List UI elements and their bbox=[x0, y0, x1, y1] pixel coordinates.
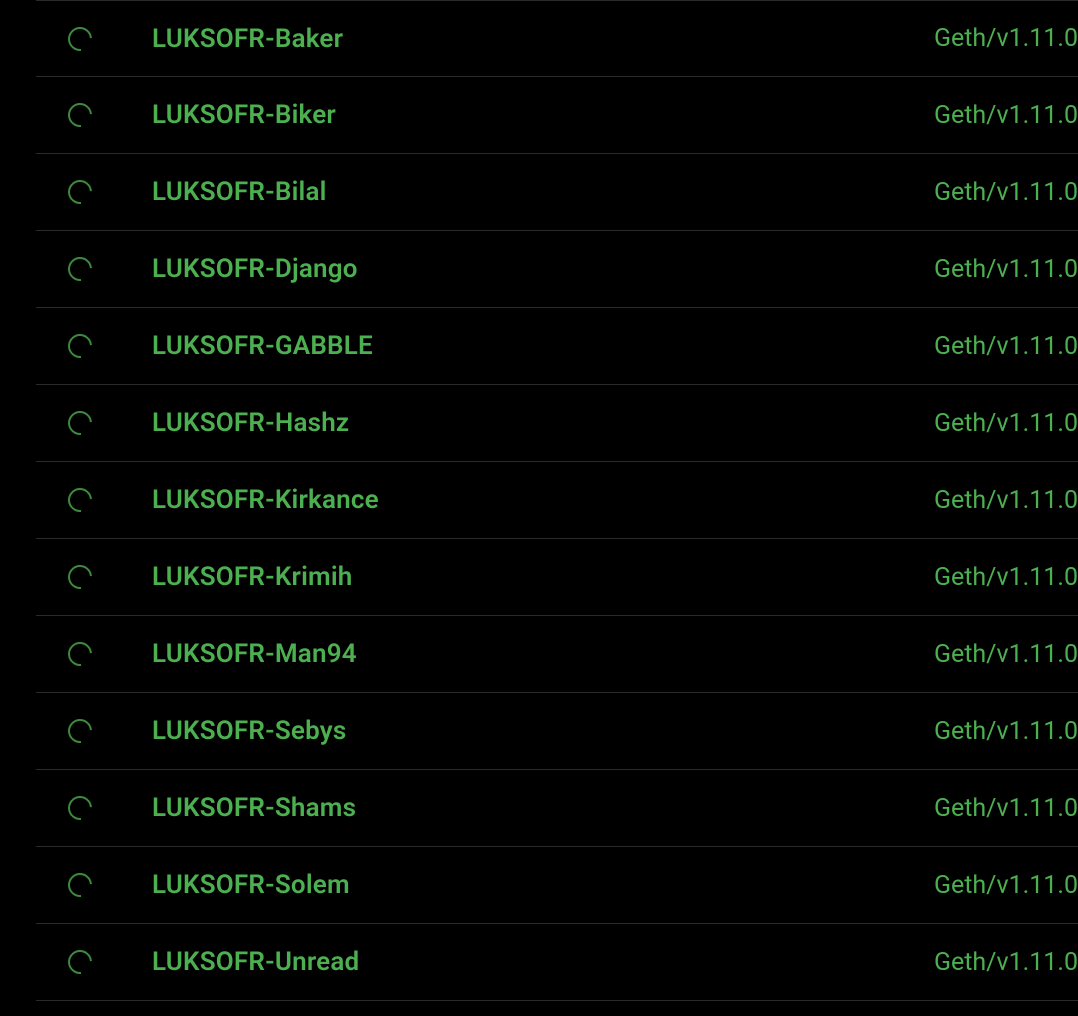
node-row[interactable]: LUKSOFR-Krimih Geth/v1.11.0 bbox=[36, 539, 1078, 616]
node-version: Geth/v1.11.0 bbox=[934, 409, 1078, 438]
node-name: LUKSOFR-Unread bbox=[152, 947, 934, 977]
node-version: Geth/v1.11.0 bbox=[934, 794, 1078, 823]
node-name: LUKSOFR-Biker bbox=[152, 100, 934, 130]
node-row[interactable]: LUKSOFR-Unread Geth/v1.11.0 bbox=[36, 924, 1078, 1001]
node-row[interactable]: LUKSOFR-Baker Geth/v1.11.0 bbox=[36, 0, 1078, 77]
node-row[interactable]: LUKSOFR-Django Geth/v1.11.0 bbox=[36, 231, 1078, 308]
status-loading-icon bbox=[66, 486, 94, 514]
node-name: LUKSOFR-Sebys bbox=[152, 716, 934, 746]
status-loading-icon bbox=[66, 871, 94, 899]
status-loading-icon bbox=[66, 640, 94, 668]
node-name: LUKSOFR-Kirkance bbox=[152, 485, 934, 515]
node-name: LUKSOFR-Django bbox=[152, 254, 934, 284]
node-version: Geth/v1.11.0 bbox=[934, 948, 1078, 977]
node-row[interactable]: LUKSOFR-Biker Geth/v1.11.0 bbox=[36, 77, 1078, 154]
node-name: LUKSOFR-Bilal bbox=[152, 177, 934, 207]
status-loading-icon bbox=[66, 948, 94, 976]
node-row[interactable]: LUKSOFR-Solem Geth/v1.11.0 bbox=[36, 847, 1078, 924]
node-version: Geth/v1.11.0 bbox=[934, 486, 1078, 515]
status-loading-icon bbox=[66, 717, 94, 745]
node-version: Geth/v1.11.0 bbox=[934, 717, 1078, 746]
node-name: LUKSOFR-Man94 bbox=[152, 639, 934, 669]
status-loading-icon bbox=[66, 563, 94, 591]
node-row[interactable]: LUKSOFR-Kirkance Geth/v1.11.0 bbox=[36, 462, 1078, 539]
status-loading-icon bbox=[66, 25, 94, 53]
node-name: LUKSOFR-GABBLE bbox=[152, 331, 934, 361]
status-loading-icon bbox=[66, 409, 94, 437]
node-name: LUKSOFR-Hashz bbox=[152, 408, 934, 438]
node-name: LUKSOFR-Krimih bbox=[152, 562, 934, 592]
node-row[interactable]: LUKSOFR-Bilal Geth/v1.11.0 bbox=[36, 154, 1078, 231]
node-row[interactable]: LUKSOFR-Man94 Geth/v1.11.0 bbox=[36, 616, 1078, 693]
node-list: LUKSOFR-Baker Geth/v1.11.0 LUKSOFR-Biker… bbox=[0, 0, 1078, 1001]
node-version: Geth/v1.11.0 bbox=[934, 563, 1078, 592]
node-row[interactable]: LUKSOFR-Shams Geth/v1.11.0 bbox=[36, 770, 1078, 847]
status-loading-icon bbox=[66, 255, 94, 283]
node-version: Geth/v1.11.0 bbox=[934, 871, 1078, 900]
node-row[interactable]: LUKSOFR-Sebys Geth/v1.11.0 bbox=[36, 693, 1078, 770]
node-version: Geth/v1.11.0 bbox=[934, 332, 1078, 361]
status-loading-icon bbox=[66, 332, 94, 360]
node-version: Geth/v1.11.0 bbox=[934, 24, 1078, 53]
node-version: Geth/v1.11.0 bbox=[934, 178, 1078, 207]
node-row[interactable]: LUKSOFR-Hashz Geth/v1.11.0 bbox=[36, 385, 1078, 462]
status-loading-icon bbox=[66, 178, 94, 206]
node-row[interactable]: LUKSOFR-GABBLE Geth/v1.11.0 bbox=[36, 308, 1078, 385]
node-version: Geth/v1.11.0 bbox=[934, 640, 1078, 669]
node-version: Geth/v1.11.0 bbox=[934, 101, 1078, 130]
node-name: LUKSOFR-Baker bbox=[152, 24, 934, 54]
node-name: LUKSOFR-Shams bbox=[152, 793, 934, 823]
node-name: LUKSOFR-Solem bbox=[152, 870, 934, 900]
status-loading-icon bbox=[66, 101, 94, 129]
node-version: Geth/v1.11.0 bbox=[934, 255, 1078, 284]
status-loading-icon bbox=[66, 794, 94, 822]
